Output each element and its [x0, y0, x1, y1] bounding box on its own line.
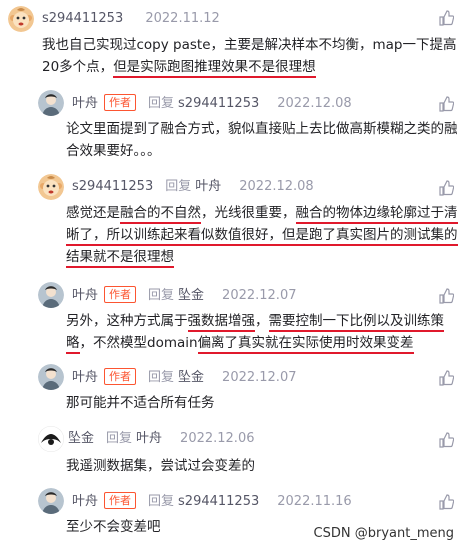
timestamp: 2022.11.12 — [145, 11, 220, 26]
comment-meta: s294411253 回复 叶舟 2022.12.08 — [72, 178, 314, 196]
timestamp: 2022.12.07 — [222, 288, 297, 303]
timestamp: 2022.12.06 — [180, 431, 255, 446]
timestamp: 2022.12.08 — [239, 179, 314, 194]
watermark: CSDN @bryant_meng — [313, 526, 454, 541]
author-badge: 作者 — [104, 94, 137, 111]
reply-target[interactable]: 坠金 — [178, 288, 204, 303]
username[interactable]: s294411253 — [42, 11, 123, 26]
avatar[interactable] — [38, 364, 64, 390]
author-badge: 作者 — [104, 286, 137, 303]
comment-content: 论文里面提到了融合方式，貌似直接贴上去比做高斯模糊之类的融合效果要好。。。 — [66, 121, 458, 159]
avatar[interactable] — [38, 282, 64, 308]
comment-meta: 叶舟 作者 回复 s294411253 2022.12.08 — [72, 94, 352, 113]
comment-content: 另外，这种方式属于强数据增强，需要控制一下比例以及训练策略，不然模型domain… — [66, 310, 458, 354]
like-icon[interactable] — [438, 180, 455, 196]
avatar[interactable] — [38, 426, 64, 452]
username[interactable]: 叶舟 — [72, 494, 98, 509]
like-icon[interactable] — [438, 96, 455, 112]
comment-meta: s294411253 2022.11.12 — [42, 10, 220, 28]
reply-button[interactable]: 回复 — [148, 494, 174, 509]
reply-target[interactable]: 坠金 — [178, 370, 204, 385]
comment-content: 那可能并不适合所有任务 — [66, 395, 215, 411]
reply-button[interactable]: 回复 — [106, 431, 132, 446]
comment-content: 我也自己实现过copy paste，主要是解决样本不均衡，map一下提高20多个… — [42, 34, 458, 78]
comment-content: 至少不会变差吧 — [66, 519, 161, 535]
like-icon[interactable] — [438, 432, 455, 448]
comment-content: 我遥测数据集，尝试过会变差的 — [66, 458, 255, 474]
comment-meta: 叶舟 作者 回复 坠金 2022.12.07 — [72, 368, 296, 387]
timestamp: 2022.12.07 — [222, 370, 297, 385]
username[interactable]: s294411253 — [72, 179, 153, 194]
reply-target[interactable]: 叶舟 — [195, 179, 221, 194]
like-icon[interactable] — [438, 370, 455, 386]
comment-content: 感觉还是融合的不自然，光线很重要，融合的物体边缘轮廓过于清晰了，所以训练起来看似… — [66, 202, 458, 268]
username[interactable]: 叶舟 — [72, 288, 98, 303]
reply-button[interactable]: 回复 — [148, 96, 174, 111]
reply-target[interactable]: 叶舟 — [136, 431, 162, 446]
avatar[interactable] — [8, 6, 34, 32]
username[interactable]: 坠金 — [68, 431, 94, 446]
reply-button[interactable]: 回复 — [148, 288, 174, 303]
comment-meta: 叶舟 作者 回复 s294411253 2022.11.16 — [72, 492, 352, 511]
username[interactable]: 叶舟 — [72, 370, 98, 385]
avatar[interactable] — [38, 174, 64, 200]
author-badge: 作者 — [104, 368, 137, 385]
like-icon[interactable] — [438, 494, 455, 510]
like-icon[interactable] — [438, 10, 455, 26]
author-badge: 作者 — [104, 492, 137, 509]
reply-target[interactable]: s294411253 — [178, 494, 259, 509]
reply-button[interactable]: 回复 — [148, 370, 174, 385]
timestamp: 2022.12.08 — [277, 96, 352, 111]
avatar[interactable] — [38, 90, 64, 116]
reply-button[interactable]: 回复 — [165, 179, 191, 194]
avatar[interactable] — [38, 488, 64, 514]
timestamp: 2022.11.16 — [277, 494, 352, 509]
comment-meta: 坠金 回复 叶舟 2022.12.06 — [68, 430, 254, 448]
comment-meta: 叶舟 作者 回复 坠金 2022.12.07 — [72, 286, 296, 305]
username[interactable]: 叶舟 — [72, 96, 98, 111]
like-icon[interactable] — [438, 288, 455, 304]
reply-target[interactable]: s294411253 — [178, 96, 259, 111]
